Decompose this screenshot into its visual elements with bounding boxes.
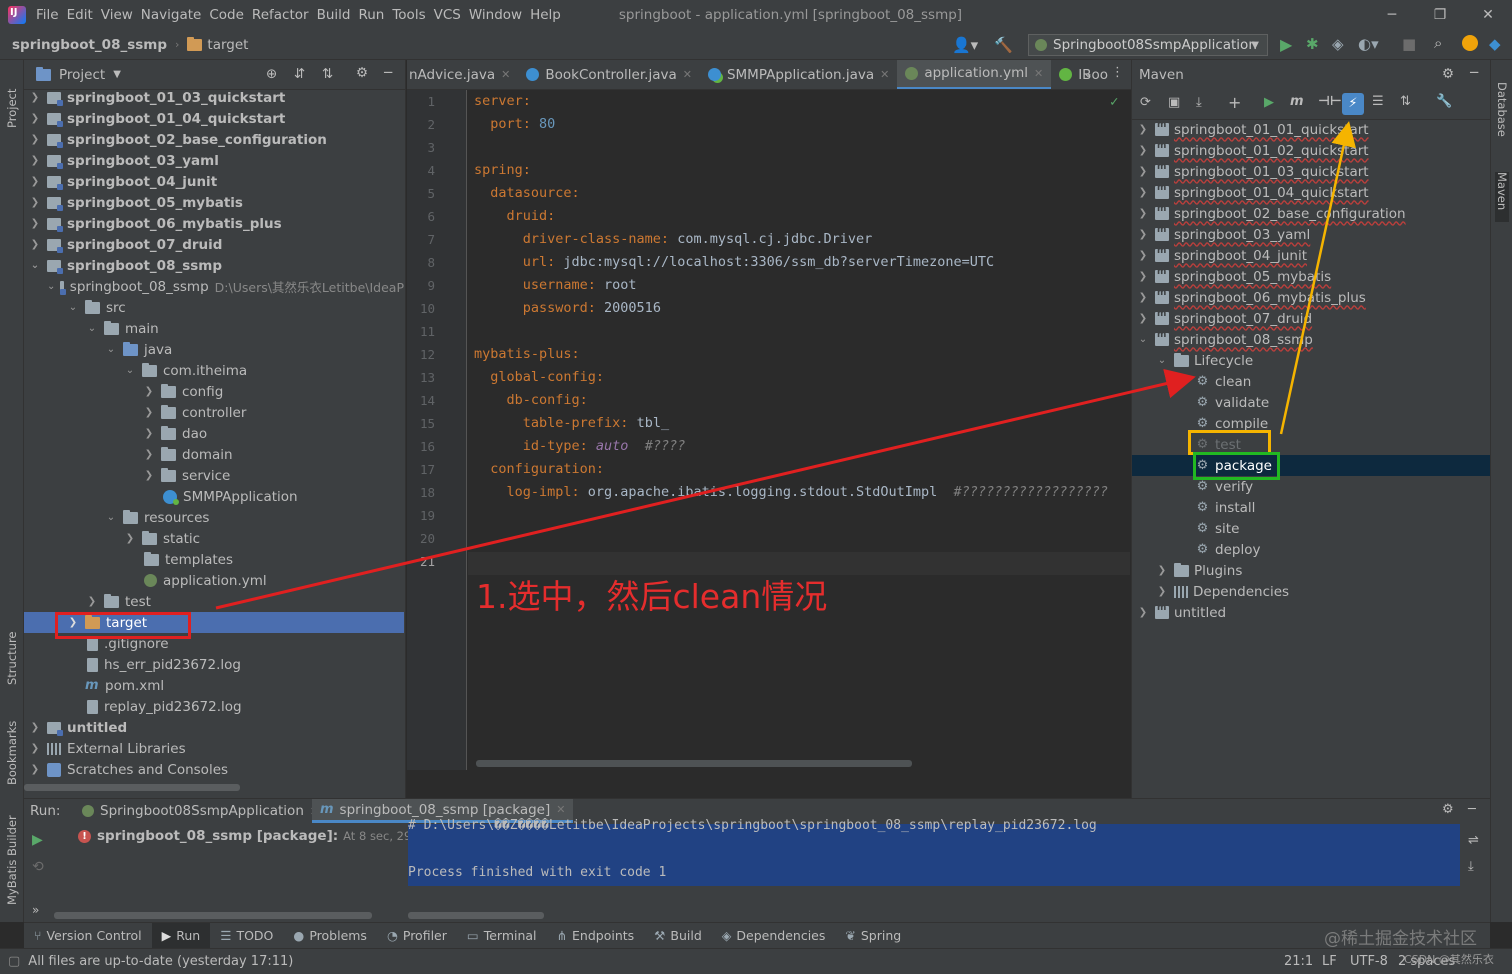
- watermark-csdn: CSDN @其然乐衣: [1404, 953, 1494, 966]
- yellow-arrow: [1279, 121, 1356, 435]
- watermark: @稀土掘金技术社区: [1324, 929, 1477, 949]
- annotation-arrows: [215, 121, 1356, 610]
- annotation-text: 1.选中，然后clean情况: [476, 577, 828, 616]
